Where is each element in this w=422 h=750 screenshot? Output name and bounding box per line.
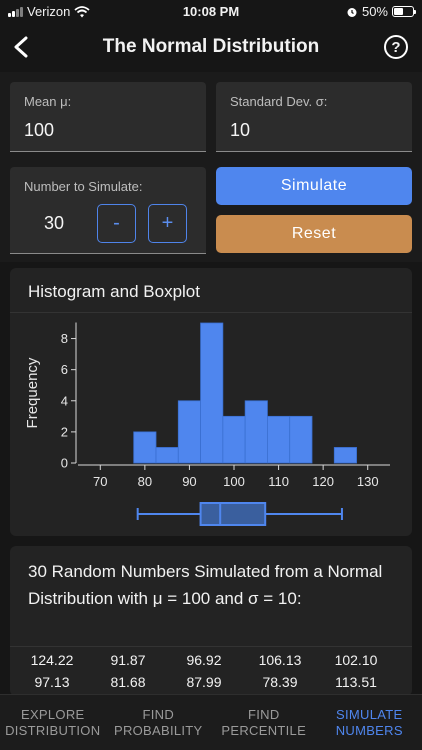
- status-right: 50%: [346, 4, 416, 19]
- random-number: 97.13: [34, 674, 70, 690]
- tab-explore-distribution[interactable]: EXPLORE DISTRIBUTION: [0, 695, 106, 750]
- random-number: 78.39: [262, 674, 298, 690]
- battery-icon: [392, 6, 416, 17]
- tab-find-percentile[interactable]: FIND PERCENTILE: [211, 695, 317, 750]
- random-number: 102.10: [334, 652, 378, 668]
- back-button[interactable]: [6, 32, 36, 62]
- results-divider: [10, 646, 412, 647]
- tab-label: NUMBERS: [335, 722, 403, 738]
- decrement-button[interactable]: -: [97, 204, 136, 243]
- chart-card: [10, 268, 412, 536]
- tab-bar: EXPLORE DISTRIBUTION FIND PROBABILITY FI…: [0, 694, 422, 750]
- mean-label: Mean μ:: [24, 94, 72, 109]
- numbers-grid: 124.22 91.87 96.92 106.13 102.10 97.13 81.68 87…: [14, 652, 394, 690]
- random-number: 91.87: [110, 652, 146, 668]
- tab-label: SIMULATE: [336, 706, 403, 722]
- tab-label: PROBABILITY: [113, 722, 203, 738]
- tab-label: PERCENTILE: [221, 722, 307, 738]
- tab-find-probability[interactable]: FIND PROBABILITY: [106, 695, 212, 750]
- chevron-left-icon: [14, 36, 28, 58]
- random-number: 96.92: [186, 652, 222, 668]
- tab-label: EXPLORE: [20, 706, 85, 722]
- simulate-button[interactable]: Simulate: [216, 167, 412, 205]
- help-button[interactable]: ?: [384, 35, 408, 59]
- mean-input[interactable]: 100: [24, 120, 54, 141]
- sd-input[interactable]: 10: [230, 120, 250, 141]
- random-number: 106.13: [258, 652, 302, 668]
- results-title: 30 Random Numbers Simulated from a Norma…: [28, 562, 383, 608]
- chart-divider: [10, 312, 412, 313]
- tab-label: DISTRIBUTION: [5, 722, 101, 738]
- reset-button[interactable]: Reset: [216, 215, 412, 253]
- tab-label: FIND: [142, 706, 175, 722]
- page-title: The Normal Distribution: [102, 36, 320, 57]
- status-bar: Verizon 10:08 PM 50%: [0, 0, 422, 22]
- sd-label: Standard Dev. σ:: [230, 94, 328, 109]
- count-input[interactable]: 30: [44, 213, 64, 234]
- nav-bar: The Normal Distribution ?: [0, 22, 422, 72]
- increment-button[interactable]: +: [148, 204, 187, 243]
- tab-simulate-numbers[interactable]: SIMULATE NUMBERS: [317, 695, 422, 750]
- alarm-icon: [347, 7, 357, 17]
- random-number: 81.68: [110, 674, 146, 690]
- battery-percent: 50%: [361, 4, 388, 19]
- chart-title: Histogram and Boxplot: [28, 282, 200, 301]
- tab-label: FIND: [247, 706, 280, 722]
- random-number: 87.99: [186, 674, 222, 690]
- count-label: Number to Simulate:: [24, 179, 143, 194]
- random-number: 113.51: [335, 674, 377, 690]
- help-icon: ?: [391, 38, 401, 56]
- random-number: 124.22: [30, 652, 74, 668]
- mean-field[interactable]: Mean μ: 100: [10, 82, 206, 152]
- sd-field[interactable]: Standard Dev. σ: 10: [216, 82, 412, 152]
